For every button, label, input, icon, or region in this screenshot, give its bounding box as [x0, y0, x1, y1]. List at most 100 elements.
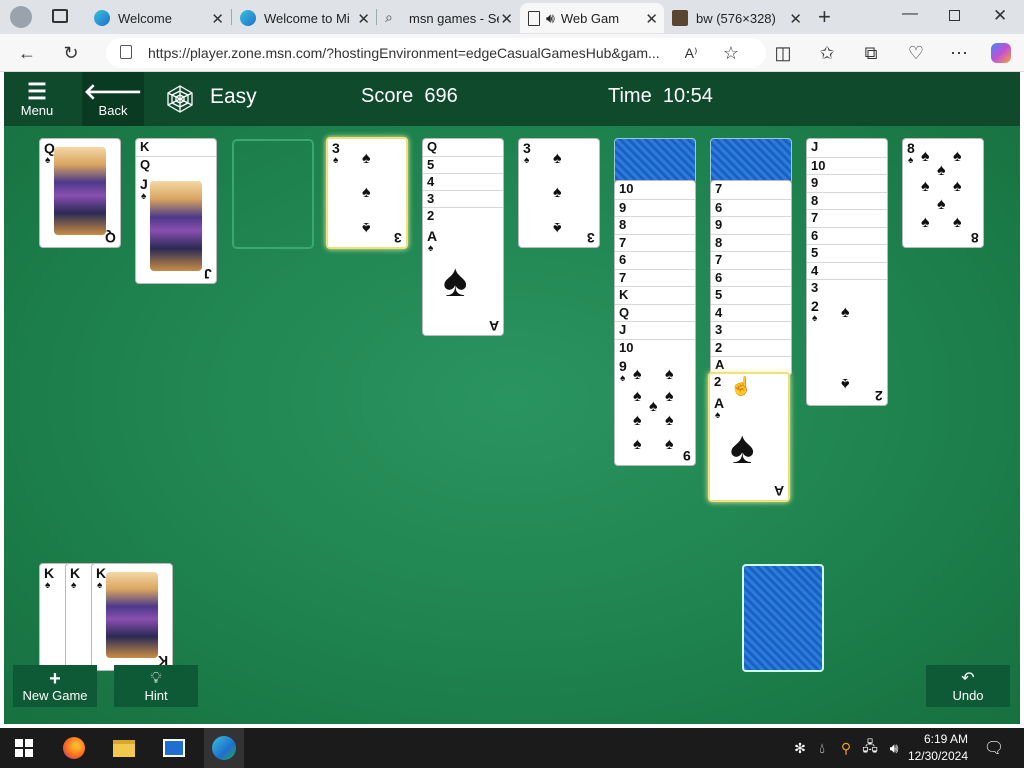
notification-icon[interactable]: 🗨︎	[980, 734, 1008, 762]
card-ten-spades[interactable]: 10	[615, 181, 695, 198]
card-ten-spades[interactable]: 10	[615, 338, 695, 356]
tableau-column-8[interactable]: 7 6 9 8 7 6 5 4 3 2 A	[710, 180, 792, 376]
card-three-spades[interactable]: 3	[711, 321, 791, 338]
refresh-icon[interactable]: ↻	[58, 40, 84, 66]
card-rank-inverted: 8	[971, 230, 979, 246]
new-game-button[interactable]: + New Game	[13, 665, 97, 707]
spade-pip: ♠	[953, 178, 962, 195]
card-seven-spades[interactable]: 7	[615, 268, 695, 286]
card-six-spades[interactable]: 6	[615, 251, 695, 268]
clock-time: 6:19 AM	[923, 732, 968, 746]
empty-tableau-slot[interactable]	[232, 139, 314, 249]
profile-icon[interactable]	[10, 6, 32, 28]
tab-actions-icon[interactable]	[52, 9, 68, 23]
card-seven-spades[interactable]: 7	[711, 251, 791, 268]
tab-welcome-2[interactable]: Welcome to Mi ✕	[232, 3, 376, 33]
card-queen-spades[interactable]: Q	[423, 139, 503, 156]
card-king-spades[interactable]: K	[615, 286, 695, 303]
card-nine-spades[interactable]: 9	[615, 198, 695, 216]
close-tab-icon[interactable]: ✕	[645, 10, 658, 28]
card-queen-spades[interactable]: Q ♠ Q	[39, 138, 121, 248]
tableau-column-7[interactable]: 10 9 8 7 6 7 K Q J 10 9 ♠ ♠ ♠ ♠ ♠ ♠ ♠ ♠ …	[614, 180, 696, 466]
card-four-spades[interactable]: 4	[807, 261, 887, 279]
new-tab-button[interactable]: +	[818, 4, 831, 30]
card-three-spades[interactable]: 3	[423, 190, 503, 207]
card-eight-spades[interactable]: 8 ♠ ♠ ♠ ♠ ♠ ♠ ♠ ♠ ♠ 8	[902, 138, 984, 248]
favorites-icon[interactable]: ✩	[814, 40, 840, 66]
card-ace-spades[interactable]: A	[711, 356, 791, 373]
stock-pile[interactable]	[742, 564, 824, 672]
card-eight-spades[interactable]: 8	[615, 216, 695, 233]
card-nine-spades[interactable]: 9	[807, 174, 887, 191]
favorite-star-icon[interactable]: ☆	[718, 40, 744, 66]
card-three-spades[interactable]: 3 ♠ ♠ ♠ ♠ 3	[518, 138, 600, 248]
tab-web-game[interactable]: 🔊︎ Web Game ✕	[520, 3, 664, 33]
card-seven-spades[interactable]: 7	[711, 181, 791, 198]
copilot-icon[interactable]	[988, 40, 1014, 66]
close-tab-icon[interactable]: ✕	[357, 10, 370, 28]
card-jack-spades[interactable]: J	[807, 139, 887, 156]
read-aloud-icon[interactable]: A⁾	[678, 40, 704, 66]
card-three-spades[interactable]: 3 ♠ ♠ ♠ ♠ 3	[326, 137, 408, 249]
performance-icon[interactable]: ♡	[903, 40, 929, 66]
app-window-icon[interactable]	[160, 734, 188, 762]
card-three-spades[interactable]: 3	[807, 279, 887, 296]
system-clock[interactable]: 6:19 AM 12/30/2024	[908, 731, 968, 765]
firefox-icon[interactable]	[60, 734, 88, 762]
restore-button[interactable]	[949, 10, 960, 21]
browser-tab-bar: Welcome ✕ Welcome to Mi ✕ ⌕ msn games - …	[0, 0, 1024, 34]
card-eight-spades[interactable]: 8	[711, 233, 791, 251]
minimize-button[interactable]: —	[902, 5, 918, 23]
collections-icon[interactable]: ⧉	[858, 40, 884, 66]
card-seven-spades[interactable]: 7	[807, 209, 887, 226]
card-two-spades[interactable]: 2	[711, 338, 791, 356]
card-six-spades[interactable]: 6	[711, 198, 791, 216]
card-seven-spades[interactable]: 7	[615, 233, 695, 251]
card-five-spades[interactable]: 5	[711, 286, 791, 303]
card-five-spades[interactable]: 5	[807, 244, 887, 261]
menu-button[interactable]: ☰ Menu	[4, 72, 70, 126]
close-window-button[interactable]: ✕	[993, 6, 1007, 26]
hint-button[interactable]: 💡︎ Hint	[114, 665, 198, 707]
card-rank: 9	[619, 358, 627, 374]
card-jack-spades[interactable]: J	[615, 321, 695, 338]
card-king-spades[interactable]: K	[136, 139, 216, 156]
windows-start-icon[interactable]	[10, 734, 38, 762]
split-screen-icon[interactable]: ◫	[770, 40, 796, 66]
card-ten-spades[interactable]: 10	[807, 156, 887, 174]
face-down-stack	[710, 138, 792, 184]
card-nine-spades[interactable]: 9	[711, 216, 791, 233]
file-explorer-icon[interactable]	[110, 734, 138, 762]
tab-welcome-1[interactable]: Welcome ✕	[86, 3, 230, 33]
volume-icon[interactable]: 🔊︎	[880, 734, 908, 762]
card-four-spades[interactable]: 4	[423, 173, 503, 190]
audio-icon[interactable]: 🔊︎	[546, 10, 555, 27]
tableau-column-2[interactable]: K Q J ♠ J	[135, 138, 217, 284]
card-two-spades[interactable]: 2	[423, 207, 503, 224]
close-tab-icon[interactable]: ✕	[789, 10, 802, 28]
undo-button[interactable]: ↶ Undo	[926, 665, 1010, 707]
card-eight-spades[interactable]: 8	[807, 191, 887, 209]
close-tab-icon[interactable]: ✕	[211, 10, 224, 28]
back-button[interactable]: 🡐 Back	[82, 72, 144, 126]
tab-bw-image[interactable]: bw (576×328) ✕	[664, 3, 808, 33]
card-queen-spades[interactable]: Q	[615, 303, 695, 321]
back-arrow-icon[interactable]: ←	[14, 40, 40, 66]
card-six-spades[interactable]: 6	[711, 268, 791, 286]
card-five-spades[interactable]: 5	[423, 156, 503, 173]
tab-msn-search[interactable]: ⌕ msn games - Se ✕	[377, 3, 519, 33]
hamburger-icon: ☰	[27, 78, 47, 104]
url-field[interactable]: https://player.zone.msn.com/?hostingEnvi…	[106, 38, 766, 68]
spade-pip: ♠	[362, 150, 371, 167]
card-queen-spades[interactable]: Q	[136, 156, 216, 173]
card-rank: 8	[907, 140, 915, 156]
card-four-spades[interactable]: 4	[711, 303, 791, 321]
more-icon[interactable]: ⋯	[946, 40, 972, 66]
card-rank: A	[714, 395, 725, 411]
edge-taskbar-icon[interactable]	[204, 728, 244, 768]
close-tab-icon[interactable]: ✕	[500, 10, 513, 28]
tableau-column-9[interactable]: J 10 9 8 7 6 5 4 3 2 ♠ ♠ ♠ 2	[806, 138, 888, 406]
card-six-spades[interactable]: 6	[807, 226, 887, 244]
spade-pip: ♠	[362, 184, 371, 201]
tableau-column-5[interactable]: Q 5 4 3 2 A ♠ ♠ A	[422, 138, 504, 336]
